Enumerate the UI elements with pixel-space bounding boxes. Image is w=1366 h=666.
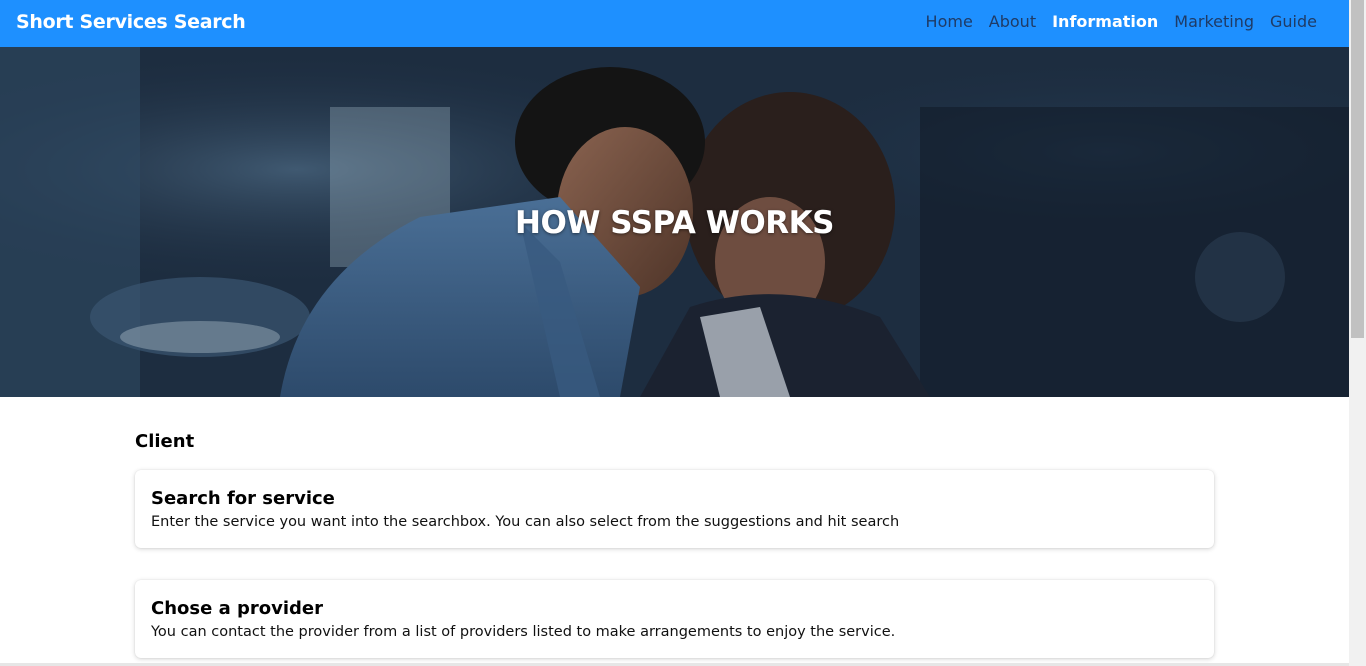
card-text: Enter the service you want into the sear… (151, 514, 900, 530)
nav-link-home[interactable]: Home (918, 12, 981, 31)
info-card-search-service: Search for service Enter the service you… (135, 470, 1214, 548)
nav-link-marketing[interactable]: Marketing (1166, 12, 1262, 31)
nav-link-about[interactable]: About (981, 12, 1044, 31)
nav-link-guide[interactable]: Guide (1262, 12, 1325, 31)
hero-title: HOW SSPA WORKS (515, 205, 834, 241)
card-title: Chose a provider (151, 598, 323, 619)
section-title-client: Client (135, 431, 195, 452)
navbar: Short Services Search Home About Informa… (0, 0, 1349, 47)
info-card-chose-provider: Chose a provider You can contact the pro… (135, 580, 1214, 658)
card-title: Search for service (151, 488, 335, 509)
nav-link-information[interactable]: Information (1044, 12, 1166, 31)
scrollbar-thumb[interactable] (1351, 0, 1364, 338)
brand-logo-text[interactable]: Short Services Search (16, 11, 246, 33)
nav-menu: Home About Information Marketing Guide (918, 12, 1325, 31)
hero-banner: HOW SSPA WORKS (0, 47, 1349, 397)
page: Short Services Search Home About Informa… (0, 0, 1349, 666)
card-text: You can contact the provider from a list… (151, 624, 896, 640)
vertical-scrollbar[interactable] (1349, 0, 1366, 666)
